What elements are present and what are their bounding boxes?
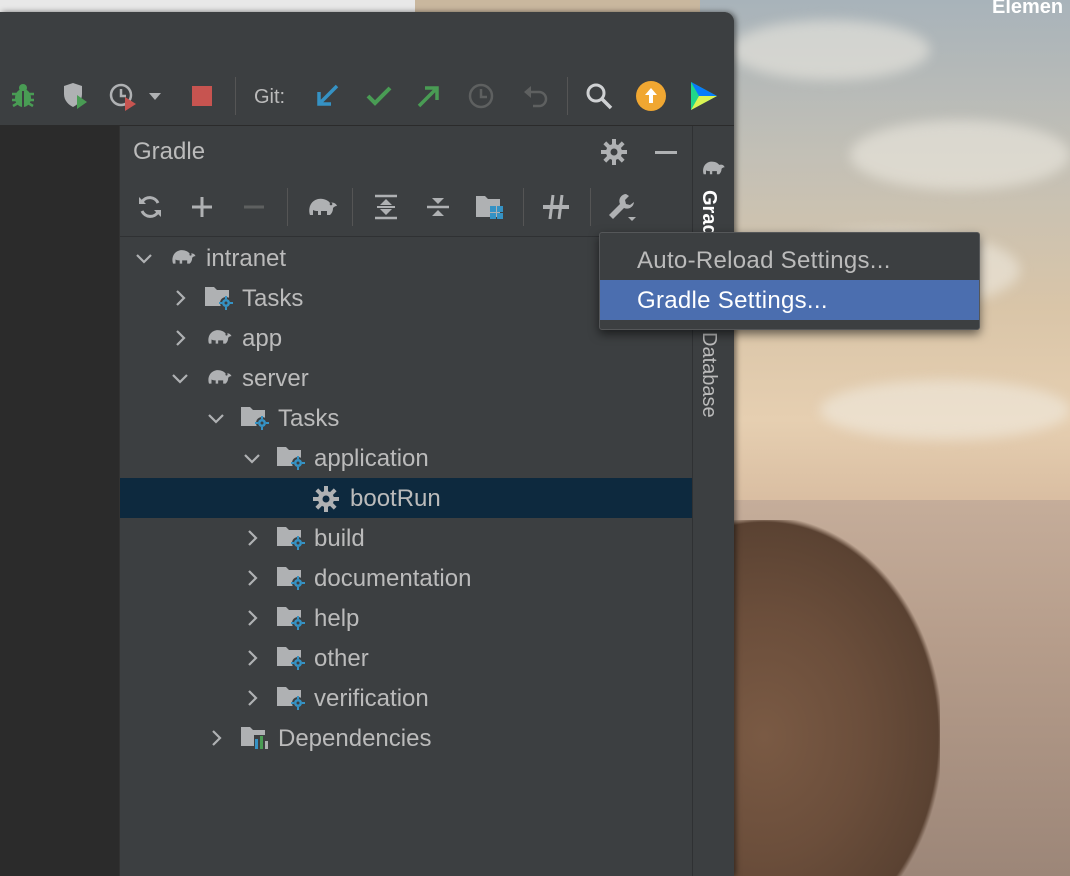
tree-item[interactable]: server <box>120 358 692 398</box>
settings-popup-menu: Auto-Reload Settings... Gradle Settings.… <box>599 232 980 330</box>
remove-icon[interactable] <box>236 190 272 224</box>
chevron-down-icon[interactable] <box>242 448 262 468</box>
tasks-folder-icon <box>240 405 270 431</box>
toolbar-separator <box>523 188 524 226</box>
tree-item-label: server <box>242 365 309 392</box>
menu-item-label: Auto-Reload Settings... <box>637 247 891 274</box>
editor-area-left <box>0 126 120 876</box>
toggle-offline-icon[interactable] <box>538 190 574 224</box>
tree-item-label: Dependencies <box>278 725 432 752</box>
tree-item-label: help <box>314 605 360 632</box>
tab-database[interactable]: Database <box>697 332 720 418</box>
reload-icon[interactable] <box>132 190 168 224</box>
tasks-folder-icon <box>276 685 306 711</box>
tree-item[interactable]: build <box>120 518 692 558</box>
tasks-folder-icon <box>276 445 306 471</box>
tree-item[interactable]: help <box>120 598 692 638</box>
tree-item[interactable]: verification <box>120 678 692 718</box>
chevron-right-icon[interactable] <box>170 288 190 308</box>
gear-task-icon <box>312 485 342 512</box>
execute-task-icon[interactable] <box>300 190 344 224</box>
build-tool-settings-icon[interactable] <box>604 190 640 224</box>
tree-item-label: documentation <box>314 565 472 592</box>
chevron-right-icon[interactable] <box>170 328 190 348</box>
chevron-down-icon[interactable] <box>134 248 154 268</box>
menu-item-gradle-settings[interactable]: Gradle Settings... <box>600 280 979 320</box>
cliff <box>720 520 940 876</box>
minimize-icon[interactable] <box>650 136 682 168</box>
dropdown-arrow-icon[interactable] <box>144 79 166 113</box>
gradle-elephant-icon[interactable] <box>699 156 727 184</box>
tasks-folder-icon <box>276 565 306 591</box>
chevron-down-icon[interactable] <box>170 368 190 388</box>
chevron-right-icon[interactable] <box>242 568 262 588</box>
debug-icon[interactable] <box>6 79 40 113</box>
collapse-all-icon[interactable] <box>420 190 456 224</box>
gradle-panel-title: Gradle <box>133 138 206 165</box>
tree-item-label: bootRun <box>350 485 441 512</box>
chevron-right-icon[interactable] <box>242 528 262 548</box>
search-icon[interactable] <box>582 79 616 113</box>
chevron-right-icon[interactable] <box>242 608 262 628</box>
toolbar-separator <box>287 188 288 226</box>
toolbar-separator <box>352 188 353 226</box>
tree-item-label: intranet <box>206 245 287 272</box>
gradle-elephant-icon <box>168 245 198 271</box>
tree-item[interactable]: Dependencies <box>120 718 692 758</box>
gradle-elephant-icon <box>204 325 234 351</box>
git-history-icon[interactable] <box>464 79 498 113</box>
git-label: Git: <box>254 86 286 108</box>
stop-icon[interactable] <box>185 79 219 113</box>
toolbar-separator <box>590 188 591 226</box>
tree-item-label: verification <box>314 685 429 712</box>
tasks-folder-icon <box>276 605 306 631</box>
chevron-right-icon[interactable] <box>242 648 262 668</box>
tasks-folder-icon <box>276 645 306 671</box>
tree-item[interactable]: other <box>120 638 692 678</box>
git-update-icon[interactable] <box>310 79 344 113</box>
tree-item[interactable]: Tasks <box>120 398 692 438</box>
tasks-folder-icon <box>276 525 306 551</box>
git-rollback-icon[interactable] <box>518 79 552 113</box>
title-bar[interactable] <box>0 12 734 67</box>
ide-window: Git: Gradle intranet Tasks app server Ta… <box>0 12 734 876</box>
desktop-window-title: Elemen <box>992 0 1064 18</box>
ide-update-icon[interactable] <box>634 79 668 113</box>
tree-item[interactable]: documentation <box>120 558 692 598</box>
desktop-wallpaper <box>700 0 1070 876</box>
add-icon[interactable] <box>184 190 220 224</box>
tree-item-label: Tasks <box>242 285 304 312</box>
chevron-down-icon[interactable] <box>206 408 226 428</box>
chevron-right-icon[interactable] <box>206 728 226 748</box>
tree-item-label: other <box>314 645 369 672</box>
tasks-folder-icon <box>204 285 234 311</box>
tree-item-label: application <box>314 445 429 472</box>
git-push-icon[interactable] <box>412 79 446 113</box>
git-commit-icon[interactable] <box>362 79 396 113</box>
gradle-toolbar <box>120 178 692 237</box>
tree-item-label: Tasks <box>278 405 340 432</box>
tree-item-label: build <box>314 525 365 552</box>
run-with-coverage-icon[interactable] <box>58 79 92 113</box>
menu-item-auto-reload-settings[interactable]: Auto-Reload Settings... <box>600 240 979 280</box>
toolbar-separator <box>235 77 236 115</box>
chevron-right-icon[interactable] <box>242 688 262 708</box>
dependencies-icon <box>240 725 270 751</box>
profiler-icon[interactable] <box>106 79 140 113</box>
toolbox-icon[interactable] <box>686 79 720 113</box>
gear-icon[interactable] <box>598 136 630 168</box>
group-modules-icon[interactable] <box>472 190 508 224</box>
tree-item[interactable]: application <box>120 438 692 478</box>
main-toolbar: Git: <box>0 67 734 126</box>
expand-all-icon[interactable] <box>368 190 404 224</box>
gradle-panel-header: Gradle <box>120 126 692 178</box>
menu-item-label: Gradle Settings... <box>637 287 828 314</box>
tree-item-label: app <box>242 325 283 352</box>
tree-item[interactable]: bootRun <box>120 478 692 518</box>
gradle-elephant-icon <box>204 365 234 391</box>
toolbar-separator <box>567 77 568 115</box>
